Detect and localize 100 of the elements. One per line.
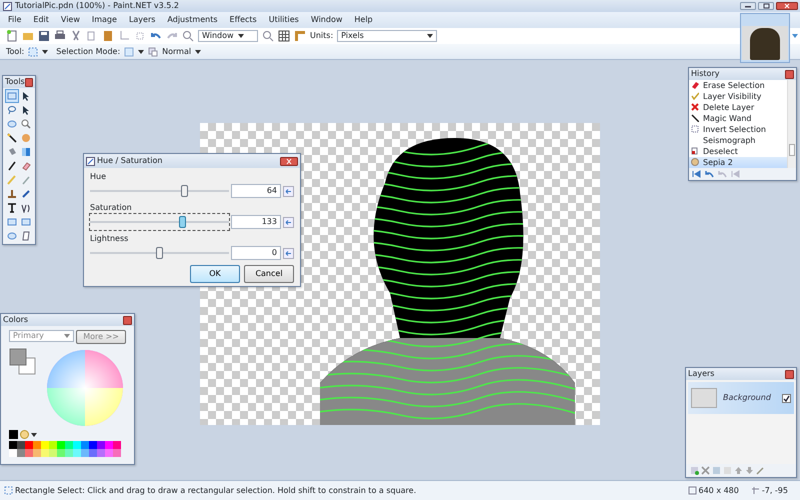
- menu-item[interactable]: File: [8, 14, 22, 26]
- tool-label: Tool:: [6, 46, 24, 58]
- slider-thumb[interactable]: [156, 247, 163, 259]
- history-item[interactable]: Delete Layer: [689, 102, 787, 113]
- selection-mode-icon[interactable]: [124, 46, 134, 56]
- reset-arrow-icon[interactable]: [283, 186, 294, 196]
- cut-icon[interactable]: [70, 30, 82, 42]
- properties-icon[interactable]: [756, 466, 765, 475]
- move-down-icon[interactable]: [745, 466, 754, 475]
- menu-item[interactable]: Image: [92, 14, 117, 26]
- history-item[interactable]: Seismograph: [689, 135, 787, 146]
- move-up-icon[interactable]: [734, 466, 743, 475]
- history-item[interactable]: Invert Selection: [689, 124, 787, 135]
- menu-item[interactable]: Help: [354, 14, 373, 26]
- dialog-button[interactable]: OK: [190, 265, 240, 283]
- zoom-dropdown[interactable]: Window: [198, 30, 258, 42]
- color-target-dropdown[interactable]: Primary: [9, 330, 74, 342]
- brush-icon: [7, 161, 17, 171]
- tool-button[interactable]: [5, 131, 19, 145]
- blend-mode-dropdown[interactable]: Normal: [162, 46, 192, 58]
- checkmark-icon: [783, 394, 790, 402]
- delete-icon[interactable]: [701, 466, 710, 475]
- menu-item[interactable]: Utilities: [268, 14, 299, 26]
- add-layer-icon[interactable]: [690, 466, 699, 475]
- rectangle-select-icon[interactable]: [28, 46, 38, 56]
- color-palette-drawing[interactable]: [9, 441, 121, 457]
- image-thumbnail[interactable]: [740, 13, 790, 63]
- blend-mode-icon[interactable]: [148, 46, 158, 56]
- scrollbar[interactable]: [787, 80, 796, 168]
- close-button[interactable]: [785, 370, 794, 378]
- invert-selection-icon: [691, 125, 699, 133]
- number-field[interactable]: 133: [231, 215, 281, 229]
- magnifier-icon: [21, 119, 31, 129]
- save-icon[interactable]: [38, 30, 50, 42]
- dialog-button[interactable]: Cancel: [244, 265, 294, 283]
- restore-button[interactable]: [758, 2, 774, 10]
- minimize-button[interactable]: [740, 2, 756, 10]
- history-item[interactable]: Magic Wand: [689, 113, 787, 124]
- status-hint: Rectangle Select: Click and drag to draw a rectangular selection. Hold shift to constrain to a square.: [15, 484, 416, 496]
- dialog-title: Hue / Saturation: [97, 155, 162, 167]
- close-button[interactable]: [24, 78, 33, 86]
- history-item[interactable]: Erase Selection: [689, 80, 787, 91]
- ellipse-icon: [7, 231, 17, 241]
- menu-item[interactable]: Window: [310, 14, 342, 26]
- scroll-down-icon[interactable]: [792, 33, 798, 39]
- visibility-checkbox[interactable]: [782, 394, 791, 402]
- menu-item[interactable]: View: [60, 14, 80, 26]
- units-dropdown[interactable]: Pixels: [337, 30, 438, 42]
- history-item[interactable]: Layer Visibility: [689, 91, 787, 102]
- cursor-position: -7, -95: [762, 484, 788, 496]
- close-button[interactable]: [776, 2, 798, 10]
- number-field[interactable]: 64: [231, 184, 281, 198]
- window-title: TutorialPic.pdn (100%) - Paint.NET v3.5.2: [15, 0, 179, 12]
- slider-track[interactable]: [90, 214, 229, 230]
- panel-title: History: [691, 68, 720, 80]
- layer-thumbnail: [691, 388, 717, 408]
- slider-label: Saturation: [90, 202, 133, 214]
- crop-icon[interactable]: [118, 30, 130, 42]
- grid-icon[interactable]: [278, 30, 290, 42]
- text-tool-icon: [7, 203, 17, 213]
- paste-icon[interactable]: [102, 30, 114, 42]
- caret-icon[interactable]: [42, 50, 48, 54]
- slider-track[interactable]: [90, 245, 229, 261]
- menu-item[interactable]: Effects: [230, 14, 257, 26]
- slider-thumb[interactable]: [181, 185, 188, 197]
- close-button[interactable]: [123, 316, 132, 324]
- zoom-in-icon[interactable]: [262, 30, 274, 42]
- zoom-out-icon[interactable]: [182, 30, 194, 42]
- ruler-icon[interactable]: [294, 30, 306, 42]
- caret-icon[interactable]: [195, 50, 202, 54]
- reset-arrow-icon[interactable]: [283, 216, 294, 228]
- caret-icon: [238, 34, 244, 38]
- number-field[interactable]: 0: [231, 246, 281, 260]
- history-item[interactable]: Sepia 2: [689, 157, 787, 168]
- history-item[interactable]: Deselect: [689, 146, 787, 157]
- caret-icon[interactable]: [31, 432, 37, 436]
- deselect-icon: [691, 147, 699, 155]
- slider-thumb[interactable]: [178, 216, 186, 228]
- new-file-icon[interactable]: [6, 30, 18, 42]
- layer-item[interactable]: Background: [688, 382, 794, 414]
- color-swatches-icon[interactable]: [9, 348, 37, 376]
- bucket-icon: [7, 147, 17, 157]
- app-icon: [3, 2, 12, 10]
- slider-track[interactable]: [90, 183, 229, 199]
- primary-swatch-icon[interactable]: [9, 430, 18, 439]
- deselect-icon[interactable]: [134, 30, 146, 42]
- close-button[interactable]: [785, 70, 794, 78]
- menu-item[interactable]: Adjustments: [167, 14, 218, 26]
- tool-button[interactable]: [5, 201, 19, 215]
- gradient-icon: [21, 147, 31, 157]
- print-icon[interactable]: [54, 30, 66, 42]
- close-button[interactable]: [280, 156, 298, 166]
- eraser-icon: [21, 161, 31, 171]
- undo-icon[interactable]: [705, 170, 714, 178]
- reset-arrow-icon[interactable]: [283, 248, 294, 258]
- menu-item[interactable]: Edit: [33, 14, 49, 26]
- first-step-icon[interactable]: [692, 170, 701, 178]
- menu-item[interactable]: Layers: [128, 14, 156, 26]
- freeform-shape-icon: [21, 231, 31, 241]
- caret-icon[interactable]: [138, 50, 144, 54]
